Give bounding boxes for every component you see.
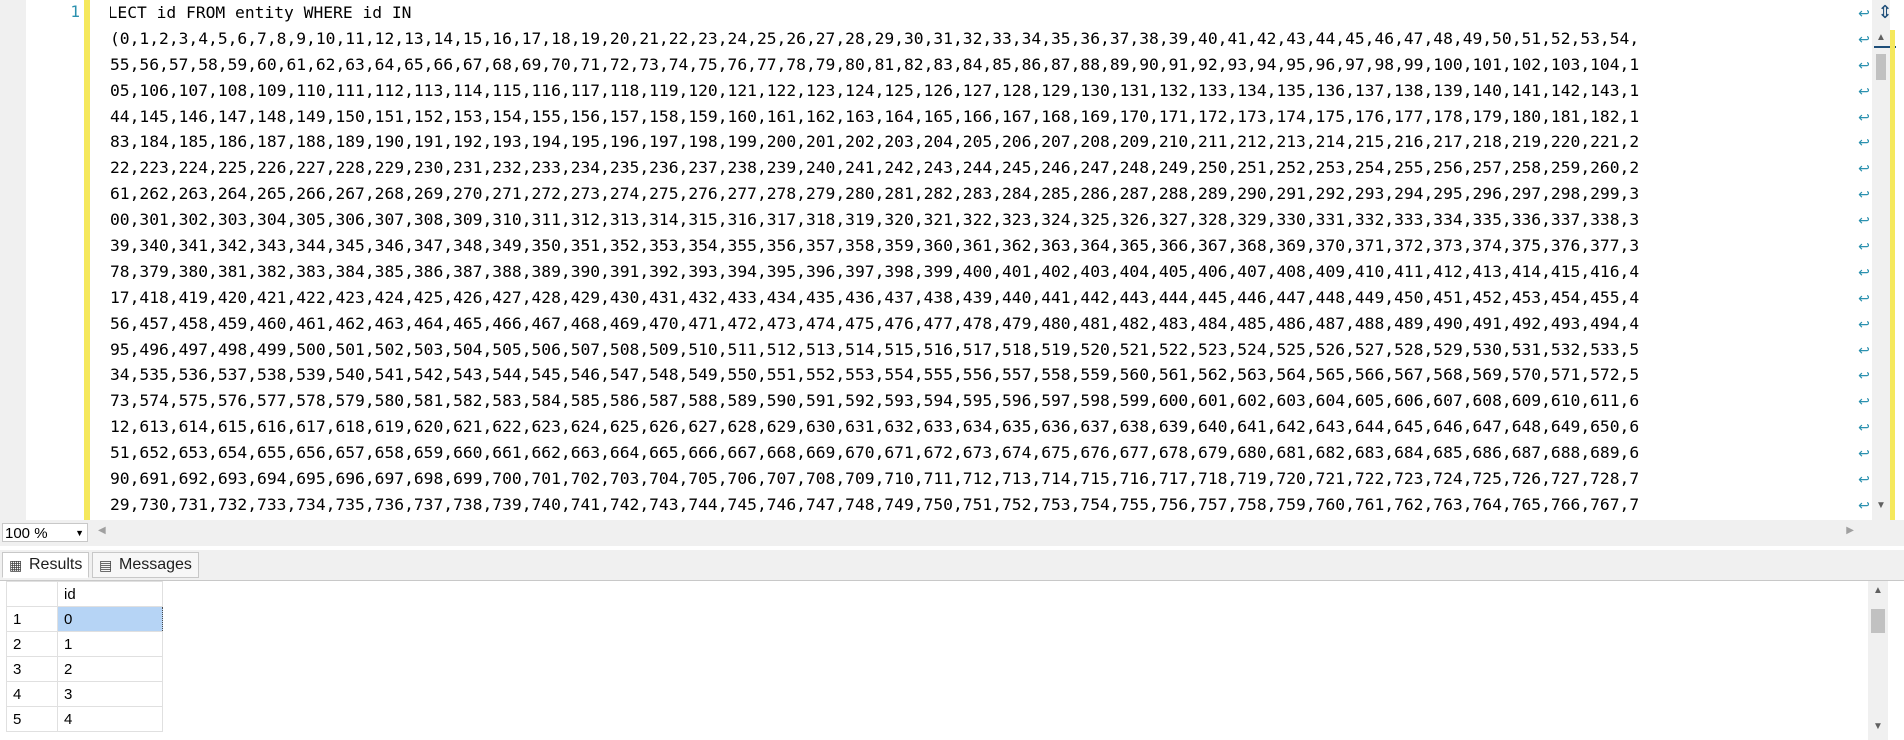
code-line[interactable]: 61,262,263,264,265,266,267,268,269,270,2… — [110, 181, 1850, 207]
word-wrap-icon: ↩ — [1858, 134, 1870, 151]
word-wrap-icon: ↩ — [1858, 496, 1870, 513]
scroll-down-arrow-icon[interactable]: ▼ — [1872, 500, 1890, 511]
grid-icon: ▦ — [9, 557, 23, 573]
results-pane: id 1021324354 ▲ ▼ — [0, 580, 1904, 740]
code-line[interactable]: 12,613,614,615,616,617,618,619,620,621,6… — [110, 414, 1850, 440]
code-line[interactable]: 55,56,57,58,59,60,61,62,63,64,65,66,67,6… — [110, 52, 1850, 78]
change-tracking-bar — [84, 0, 90, 520]
scroll-up-arrow-icon[interactable]: ▲ — [1872, 32, 1890, 43]
word-wrap-icon: ↩ — [1858, 263, 1870, 280]
table-row[interactable]: 10 — [6, 606, 163, 632]
editor-vertical-scrollbar[interactable]: ▲ ▼ — [1872, 0, 1890, 520]
word-wrap-icon: ↩ — [1858, 445, 1870, 462]
cell-id[interactable]: 0 — [57, 606, 163, 632]
word-wrap-icon: ↩ — [1858, 212, 1870, 229]
code-line[interactable]: 29,730,731,732,733,734,735,736,737,738,7… — [110, 492, 1850, 518]
messages-icon: ▤ — [99, 557, 113, 573]
code-line[interactable]: 17,418,419,420,421,422,423,424,425,426,4… — [110, 285, 1850, 311]
table-row[interactable]: 21 — [6, 631, 163, 657]
word-wrap-icon: ↩ — [1858, 160, 1870, 177]
tab-results[interactable]: ▦ Results — [2, 552, 90, 578]
word-wrap-icon: ↩ — [1858, 56, 1870, 73]
row-number[interactable]: 5 — [6, 706, 58, 732]
scroll-down-arrow-icon[interactable]: ▼ — [1868, 721, 1888, 732]
row-number[interactable]: 3 — [6, 656, 58, 682]
table-row[interactable]: 43 — [6, 681, 163, 707]
scroll-right-arrow-icon[interactable]: ▶ — [1846, 525, 1854, 536]
tab-messages-label: Messages — [119, 556, 192, 573]
results-vertical-scrollbar[interactable]: ▲ ▼ — [1868, 581, 1888, 740]
word-wrap-icon: ↩ — [1858, 186, 1870, 203]
word-wrap-icon: ↩ — [1858, 393, 1870, 410]
scroll-up-arrow-icon[interactable]: ▲ — [1868, 585, 1888, 596]
editor-status-bar: 100 % ▼ ◀ ▶ — [0, 520, 1904, 546]
code-line[interactable]: 05,106,107,108,109,110,111,112,113,114,1… — [110, 78, 1850, 104]
code-line[interactable]: 22,223,224,225,226,227,228,229,230,231,2… — [110, 155, 1850, 181]
word-wrap-icon: ↩ — [1858, 419, 1870, 436]
word-wrap-icon: ↩ — [1858, 108, 1870, 125]
word-wrap-icon: ↩ — [1858, 30, 1870, 47]
results-grid[interactable]: id 1021324354 — [6, 581, 163, 732]
code-line[interactable]: SELECT id FROM entity WHERE id IN — [110, 0, 1850, 26]
code-line[interactable]: 51,652,653,654,655,656,657,658,659,660,6… — [110, 440, 1850, 466]
word-wrap-icon: ↩ — [1858, 5, 1870, 21]
code-line[interactable]: 00,301,302,303,304,305,306,307,308,309,3… — [110, 207, 1850, 233]
code-line[interactable]: 44,145,146,147,148,149,150,151,152,153,1… — [110, 104, 1850, 130]
chevron-down-icon[interactable]: ▼ — [75, 524, 84, 543]
code-line[interactable]: 39,340,341,342,343,344,345,346,347,348,3… — [110, 233, 1850, 259]
word-wrap-icon: ↩ — [1858, 238, 1870, 255]
word-wrap-icon: ↩ — [1858, 289, 1870, 306]
table-row[interactable]: 54 — [6, 706, 163, 732]
scroll-thumb[interactable] — [1876, 54, 1886, 80]
scroll-thumb[interactable] — [1871, 609, 1885, 633]
zoom-value: 100 % — [5, 525, 48, 542]
code-line[interactable]: 83,184,185,186,187,188,189,190,191,192,1… — [110, 129, 1850, 155]
line-number: 1 — [70, 2, 80, 21]
tab-results-label: Results — [29, 556, 83, 573]
row-number[interactable]: 1 — [6, 606, 58, 632]
word-wrap-icon: ↩ — [1858, 471, 1870, 488]
word-wrap-icon: ↩ — [1858, 367, 1870, 384]
editor-gutter — [0, 0, 26, 520]
cell-id[interactable]: 2 — [57, 656, 163, 682]
word-wrap-icon: ↩ — [1858, 315, 1870, 332]
code-line[interactable]: 95,496,497,498,499,500,501,502,503,504,5… — [110, 337, 1850, 363]
cell-id[interactable]: 3 — [57, 681, 163, 707]
code-line[interactable]: 56,457,458,459,460,461,462,463,464,465,4… — [110, 311, 1850, 337]
code-line[interactable]: (0,1,2,3,4,5,6,7,8,9,10,11,12,13,14,15,1… — [110, 26, 1850, 52]
row-number[interactable]: 4 — [6, 681, 58, 707]
code-line[interactable]: 90,691,692,693,694,695,696,697,698,699,7… — [110, 466, 1850, 492]
editor-horizontal-scrollbar[interactable]: ◀ ▶ — [96, 525, 1866, 541]
word-wrap-icon: ↩ — [1858, 82, 1870, 99]
table-row[interactable]: 32 — [6, 656, 163, 682]
result-tabs: ▦ Results ▤ Messages — [0, 550, 1904, 580]
tab-messages[interactable]: ▤ Messages — [92, 552, 199, 578]
word-wrap-icon: ↩ — [1858, 341, 1870, 358]
cell-id[interactable]: 4 — [57, 706, 163, 732]
code-line[interactable]: 78,379,380,381,382,383,384,385,386,387,3… — [110, 259, 1850, 285]
sql-code[interactable]: SELECT id FROM entity WHERE id IN (0,1,2,… — [110, 0, 1850, 520]
query-editor[interactable]: 1 SELECT id FROM entity WHERE id IN (0,1,… — [0, 0, 1904, 520]
scrollbar-change-marker — [1890, 30, 1895, 520]
cell-id[interactable]: 1 — [57, 631, 163, 657]
word-wrap-markers: ↩ ↩ ↩ ↩ ↩ ↩ ↩ ↩ ↩ ↩ ↩ ↩ ↩ ↩ ↩ ↩ ↩ ↩ ↩ ↩ — [1856, 0, 1872, 518]
row-number-header[interactable] — [6, 581, 58, 607]
column-header-id[interactable]: id — [57, 581, 163, 607]
code-line[interactable]: 34,535,536,537,538,539,540,541,542,543,5… — [110, 362, 1850, 388]
scroll-left-arrow-icon[interactable]: ◀ — [98, 525, 106, 536]
code-line[interactable]: 73,574,575,576,577,578,579,580,581,582,5… — [110, 388, 1850, 414]
zoom-select[interactable]: 100 % ▼ — [2, 523, 88, 542]
split-window-icon[interactable]: ⇕ — [1874, 0, 1896, 24]
row-number[interactable]: 2 — [6, 631, 58, 657]
